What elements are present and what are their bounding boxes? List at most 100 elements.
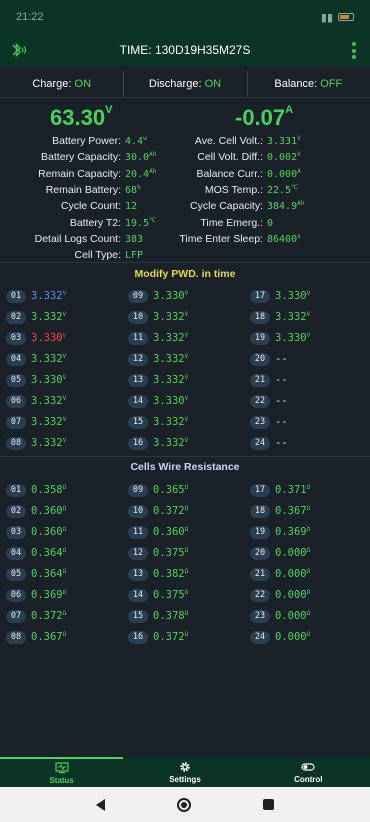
cell-item: 06 0.369Ω [6,587,66,603]
cell-item: 13 3.332V [128,372,188,388]
cell-index-badge: 09 [128,483,148,497]
cell-item: 03 3.330V [6,330,66,346]
cell-value: 3.332V [31,416,67,428]
param-value: 68% [125,184,141,197]
param-row: Cycle Count: 12 [0,198,156,214]
cell-index-badge: 07 [6,609,26,623]
cell-value: 3.330V [153,290,189,302]
cell-value: 3.332V [153,311,189,323]
cell-value: 3.330V [153,395,189,407]
runtime-title: TIME: 130D19H35M27S [119,43,251,57]
cell-item: 11 0.360Ω [128,524,188,540]
cell-index-badge: 16 [128,630,148,644]
status-time: 21:22 [16,11,44,23]
cell-item: 05 0.364Ω [6,566,66,582]
param-row: Cell Type: LFP [0,247,156,263]
cell-item: 07 0.372Ω [6,608,66,624]
param-row: Battery T2: 19.5℃ [0,214,156,230]
home-icon[interactable] [177,797,191,812]
param-label: Remain Battery: [45,184,121,197]
charge-status[interactable]: Charge: ON [0,78,123,90]
param-label: Detail Logs Count: [34,232,121,245]
cell-item: 17 0.371Ω [250,482,310,498]
cell-item: 16 3.332V [128,435,188,451]
cell-item: 05 3.330V [6,372,66,388]
cell-index-badge: 06 [6,394,26,408]
cell-index-badge: 17 [250,289,270,303]
discharge-status[interactable]: Discharge: ON [123,70,246,97]
param-label: Time Emerg.: [200,216,263,229]
cell-value: 3.330V [31,332,67,344]
cell-value: 0.000Ω [275,610,311,622]
cell-index-badge: 08 [6,630,26,644]
cell-item: 15 0.378Ω [128,608,188,624]
tab-control[interactable]: Control [247,757,370,787]
right-parameter-list: Ave. Cell Volt.: 3.331V Cell Volt. Diff.: 0… [164,133,304,247]
cell-index-badge: 11 [128,525,148,539]
balance-status[interactable]: Balance: OFF [246,70,370,97]
tab-settings[interactable]: Settings [123,757,246,787]
cell-item: 15 3.332V [128,414,188,430]
recents-icon[interactable] [263,799,274,810]
param-label: Balance Curr.: [196,167,263,180]
signal-icon: ▮▮ [320,11,333,24]
param-value: 22.5℃ [267,184,298,197]
cell-index-badge: 04 [6,352,26,366]
cell-item: 17 3.330V [250,288,310,304]
cell-value: 3.332V [153,416,189,428]
cell-item: 03 0.360Ω [6,524,66,540]
discharge-status-value: ON [204,77,222,90]
param-row: Time Emerg.: 0 [164,214,304,230]
cell-index-badge: 23 [250,415,270,429]
cell-item: 12 3.332V [128,351,188,367]
cell-value: 0.360Ω [31,526,67,538]
total-current: -0.07A [235,104,294,130]
cell-value: 0.000Ω [275,568,311,580]
bluetooth-icon[interactable] [9,41,29,59]
param-label: Remain Capacity: [38,167,121,180]
modify-password-link[interactable]: Modify PWD. in time [0,268,370,280]
cell-index-badge: 08 [6,436,26,450]
cell-item: 01 0.358Ω [6,482,66,498]
cell-value: 3.330V [275,332,311,344]
system-status-bar: 21:22 ▮▮ [0,0,370,34]
cell-index-badge: 24 [250,436,270,450]
cell-item: 22 -- [250,393,288,409]
cell-item: 24 0.000Ω [250,629,310,645]
cell-value: -- [275,395,288,407]
tab-status[interactable]: Status [0,757,124,787]
cell-index-badge: 24 [250,630,270,644]
cell-value: 0.369Ω [275,526,311,538]
cell-value: 3.332V [275,311,311,323]
left-parameter-list: Battery Power: 4.4w Battery Capacity: 30.0A… [0,133,157,263]
cell-value: 0.000Ω [275,589,311,601]
cell-value: -- [275,374,288,386]
battery-icon [338,13,354,21]
cell-value: 0.372Ω [153,631,189,643]
cell-index-badge: 09 [128,289,148,303]
cell-item: 20 0.000Ω [250,545,310,561]
cell-index-badge: 10 [128,504,148,518]
cell-item: 23 0.000Ω [250,608,310,624]
param-label: Time Enter Sleep: [179,232,263,245]
cell-item: 16 0.372Ω [128,629,188,645]
divider [0,456,370,457]
param-value: 20.4Ah [125,167,157,180]
cell-index-badge: 19 [250,331,270,345]
param-value: 3.331V [267,135,301,148]
cell-value: 0.365Ω [153,484,189,496]
cell-item: 04 3.332V [6,351,66,367]
cell-item: 20 -- [250,351,288,367]
cell-index-badge: 14 [128,588,148,602]
param-row: Cell Volt. Diff.: 0.002V [164,149,304,165]
system-navigation-bar [0,787,370,822]
cell-item: 11 3.332V [128,330,188,346]
cell-value: -- [275,416,288,428]
app-bar: TIME: 130D19H35M27S [0,34,370,66]
cell-index-badge: 19 [250,525,270,539]
param-label: Cell Volt. Diff.: [197,151,263,164]
overflow-menu-icon[interactable] [352,42,356,59]
back-icon[interactable] [96,798,105,811]
cell-index-badge: 16 [128,436,148,450]
param-value: 0.002V [267,151,301,164]
